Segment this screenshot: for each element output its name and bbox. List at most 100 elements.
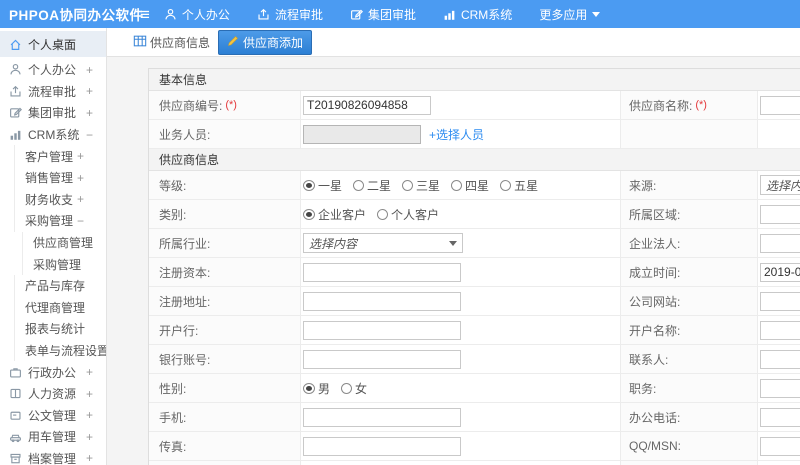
radio-female[interactable]: 女 [341,380,367,397]
archive-icon [9,452,22,465]
supplier-name-input[interactable] [760,95,800,115]
form-row-regaddr-website: 注册地址: 公司网站: [149,287,800,316]
website-input[interactable] [760,291,800,311]
mobile-label: 手机: [159,410,187,425]
sidebar-item-form-flow-settings[interactable]: 表单与流程设置 + [0,339,106,362]
form-row-bank-accountname: 开户行: 开户名称: [149,316,800,345]
expand-toggle[interactable]: + [86,451,93,465]
bank-account-input[interactable] [303,349,461,369]
section-basic-info: 基本信息 [149,69,800,91]
nav-crm-system[interactable]: CRM系统 [443,6,512,23]
form-row-category-region: 类别: 企业客户 个人客户 所属区域: [149,200,800,229]
sidebar-item-vehicle-mgmt[interactable]: 用车管理 + [0,426,106,448]
expand-toggle[interactable]: + [77,300,84,314]
form-row-industry-legal: 所属行业: 选择内容 企业法人: [149,229,800,258]
edit-square-icon [350,8,363,21]
form-row-level-source: 等级: 一星 二星 三星 四星 五星 来源: 选择内容 [149,171,800,200]
sidebar-item-purchase-mgmt[interactable]: 采购管理 − [0,210,106,232]
sidebar-item-supplier-mgmt[interactable]: 供应商管理 [0,231,106,254]
sidebar-item-document-mgmt[interactable]: 公文管理 + [0,405,106,427]
reg-address-input[interactable] [303,291,461,311]
form-row-gender-position: 性别: 男 女 职务: [149,374,800,403]
account-name-input[interactable] [760,320,800,340]
capital-label: 注册资本: [159,265,211,280]
expand-toggle[interactable]: + [86,106,93,120]
radio-icon [377,208,389,220]
fax-input[interactable] [303,436,461,456]
nav-group-approval[interactable]: 集团审批 [350,6,416,23]
book-icon [9,387,22,400]
sidebar-item-personal-desktop[interactable]: 个人桌面 [0,31,106,57]
sidebar-item-crm-system[interactable]: CRM系统 − [0,124,106,146]
industry-select[interactable]: 选择内容 [303,233,463,253]
office-phone-label: 办公电话: [629,410,681,425]
document-icon [9,409,22,422]
sidebar-item-archive-mgmt[interactable]: 档案管理 + [0,448,106,465]
expand-toggle[interactable]: + [86,365,93,379]
expand-toggle[interactable]: + [86,430,93,444]
mobile-input[interactable] [303,407,461,427]
bank-account-label: 银行账号: [159,352,211,367]
industry-label: 所属行业: [159,236,211,251]
radio-level-3[interactable]: 三星 [402,177,440,194]
sidebar-item-product-inventory[interactable]: 产品与库存 + [0,274,106,297]
radio-icon [341,382,353,394]
radio-level-2[interactable]: 二星 [353,177,391,194]
position-input[interactable] [760,378,800,398]
expand-toggle[interactable]: + [77,279,84,293]
supplier-no-input[interactable] [303,95,431,115]
sidebar-item-admin-office[interactable]: 行政办公 + [0,361,106,383]
radio-personal-customer[interactable]: 个人客户 [377,206,439,223]
tab-supplier-add[interactable]: 供应商添加 [218,29,313,55]
founded-date-input[interactable] [760,262,800,282]
category-radio-group: 企业客户 个人客户 [303,206,439,223]
legal-person-input[interactable] [760,233,800,253]
sidebar-item-reports-stats[interactable]: 报表与统计 [0,318,106,340]
sidebar-item-finance[interactable]: 财务收支 + [0,188,106,211]
nav-personal-office[interactable]: 个人办公 [164,6,230,23]
expand-toggle[interactable]: + [77,171,84,185]
radio-level-5[interactable]: 五星 [500,177,538,194]
expand-toggle[interactable]: + [86,408,93,422]
qq-msn-input[interactable] [760,436,800,456]
region-input[interactable] [760,204,800,224]
home-icon [9,38,22,51]
tab-supplier-info[interactable]: 供应商信息 [133,34,210,51]
sidebar-item-purchasing[interactable]: 采购管理 [0,253,106,275]
sidebar-item-agent-mgmt[interactable]: 代理商管理 + [0,296,106,319]
expand-toggle[interactable]: + [86,84,93,98]
collapse-toggle[interactable]: − [86,128,93,142]
radio-enterprise-customer[interactable]: 企业客户 [303,206,366,223]
choose-staff-link[interactable]: +选择人员 [429,126,484,143]
source-label: 来源: [629,178,657,193]
collapse-toggle[interactable]: − [77,214,84,228]
radio-level-4[interactable]: 四星 [451,177,489,194]
contact-input[interactable] [760,349,800,369]
expand-toggle[interactable]: + [86,387,93,401]
sidebar-item-hr[interactable]: 人力资源 + [0,383,106,405]
radio-selected-icon [303,382,315,394]
hamburger-menu-icon[interactable]: ≡ [140,6,150,23]
region-label: 所属区域: [629,207,681,222]
capital-input[interactable] [303,262,461,282]
sidebar-item-customer-mgmt[interactable]: 客户管理 + [0,145,106,167]
staff-input[interactable] [303,124,421,144]
expand-toggle[interactable]: + [77,192,84,206]
expand-toggle[interactable]: + [86,63,93,77]
nav-workflow-approval[interactable]: 流程审批 [257,6,323,23]
radio-male[interactable]: 男 [303,380,330,397]
expand-toggle[interactable]: + [77,149,84,163]
sidebar-item-sales-mgmt[interactable]: 销售管理 + [0,166,106,189]
office-phone-input[interactable] [760,407,800,427]
nav-more-apps[interactable]: 更多应用 [539,6,601,23]
radio-level-1[interactable]: 一星 [303,177,342,194]
sidebar-item-personal-office[interactable]: 个人办公 + [0,59,106,81]
bank-input[interactable] [303,320,461,340]
sidebar-item-group-approval[interactable]: 集团审批 + [0,102,106,124]
level-radio-group: 一星 二星 三星 四星 五星 [303,177,538,194]
supplier-add-form: 基本信息 供应商编号: (*) 供应商名称: (*) [148,68,800,465]
top-navbar: PHPOA协同办公软件 ≡ 个人办公 流程审批 集团审批 CRM系统 更多应用 [0,0,800,28]
source-select[interactable]: 选择内容 [760,175,800,195]
sidebar-item-workflow-approval[interactable]: 流程审批 + [0,81,106,103]
level-label: 等级: [159,178,187,193]
